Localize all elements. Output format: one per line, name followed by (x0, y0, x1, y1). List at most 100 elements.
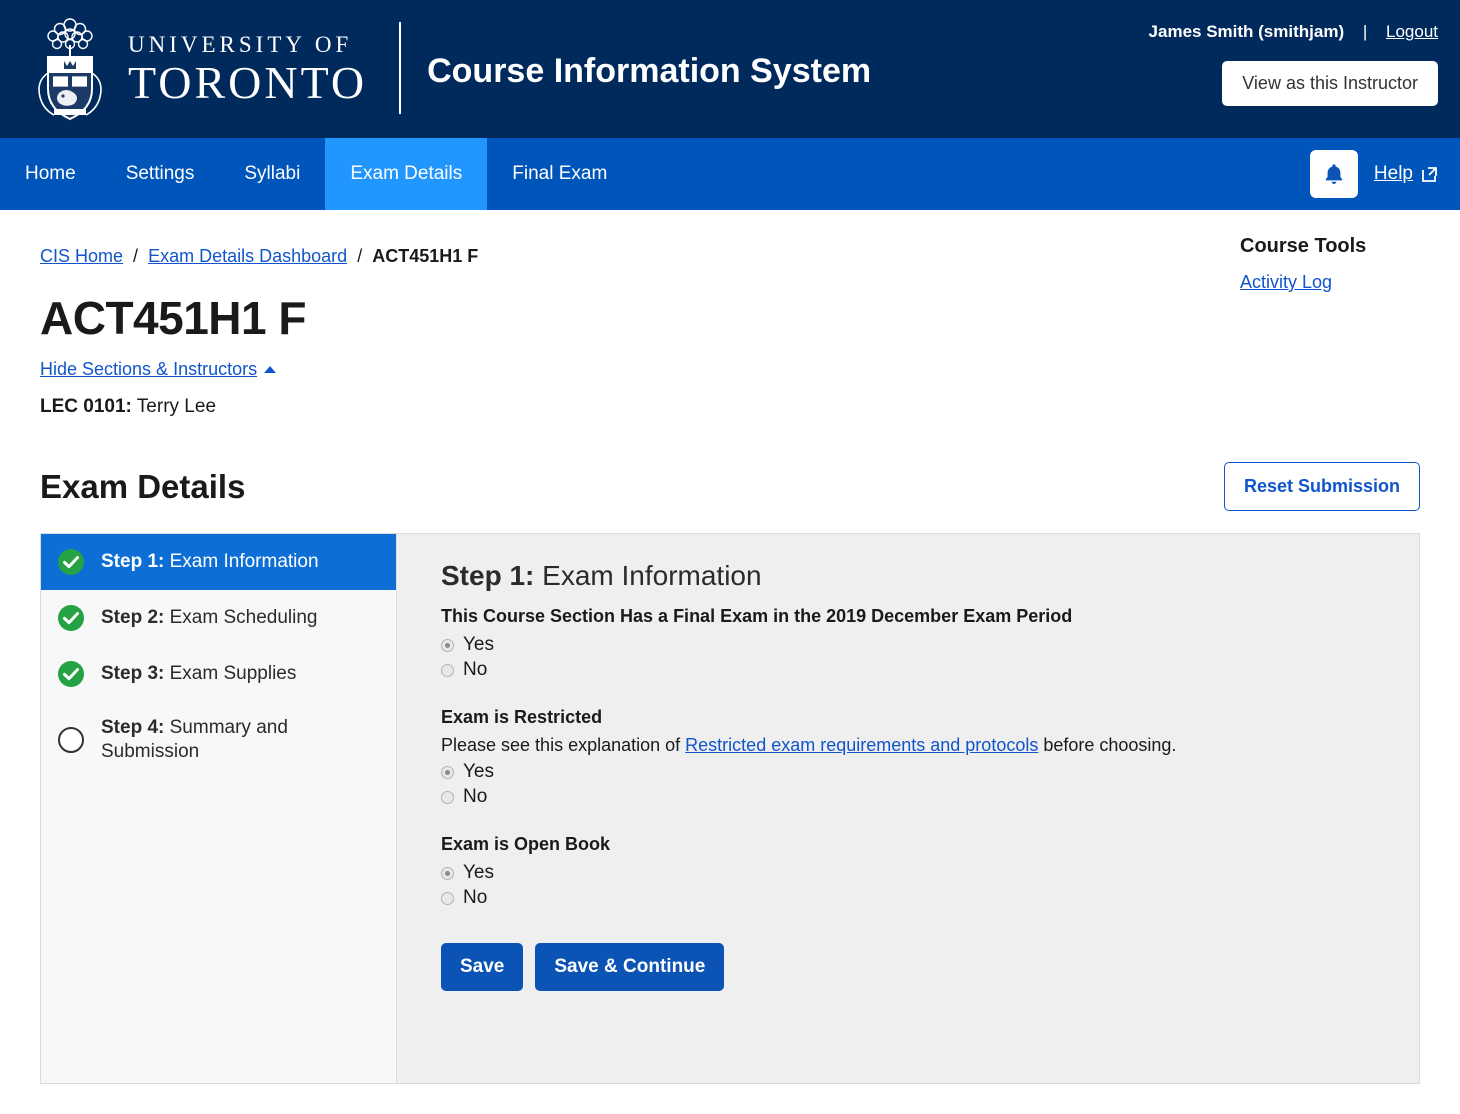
question-final-exam-period: This Course Section Has a Final Exam in … (441, 606, 1419, 681)
header-divider (399, 22, 402, 114)
question-2-help-text: Please see this explanation of Restricte… (441, 735, 1419, 756)
breadcrumb: CIS Home / Exam Details Dashboard / ACT4… (40, 210, 1420, 267)
page-title: ACT451H1 F (40, 292, 306, 344)
wizard-step-3-label: Step 3: Exam Supplies (101, 662, 296, 686)
user-info-line: James Smith (smithjam) | Logout (1149, 22, 1438, 42)
section-instructor: Terry Lee (131, 396, 217, 417)
radio-icon[interactable] (441, 765, 454, 779)
exam-details-header-row: Exam Details Reset Submission (40, 462, 1420, 511)
check-circle-icon (58, 661, 84, 687)
hide-sections-toggle[interactable]: Hide Sections & Instructors (40, 359, 277, 380)
question-2-option-yes-label: Yes (463, 761, 494, 782)
reset-submission-button[interactable]: Reset Submission (1223, 462, 1420, 511)
question-3-option-yes-label: Yes (463, 862, 494, 883)
exam-details-wizard: Step 1: Exam Information Step 2: Exam Sc… (40, 533, 1420, 1084)
uoft-wordmark-line1: UNIVERSITY OF (128, 31, 353, 57)
breadcrumb-item-cis-home[interactable]: CIS Home (40, 246, 123, 266)
empty-circle-icon (58, 726, 84, 753)
section-code: LEC 0101: (40, 396, 132, 417)
question-1-option-no-label: No (463, 659, 488, 680)
site-header: UNIVERSITY OF TORONTO Course Information… (0, 0, 1460, 138)
wizard-step-1-label: Step 1: Exam Information (101, 550, 319, 574)
nav-item-settings[interactable]: Settings (101, 138, 220, 210)
notifications-button[interactable] (1309, 150, 1358, 198)
check-circle-icon (58, 549, 84, 575)
question-1-option-yes-label: Yes (463, 634, 494, 655)
uoft-brand: UNIVERSITY OF TORONTO (0, 0, 367, 138)
bell-icon (1325, 164, 1343, 184)
wizard-step-3-number: Step 3: (101, 663, 165, 685)
wizard-panel: Step 1: Exam Information This Course Sec… (396, 533, 1420, 1084)
view-as-instructor-button[interactable]: View as this Instructor (1222, 61, 1438, 106)
question-3-label: Exam is Open Book (441, 834, 611, 854)
check-circle-icon (58, 605, 84, 631)
main-navigation: Home Settings Syllabi Exam Details Final… (0, 138, 1460, 210)
external-link-icon (1422, 167, 1437, 182)
course-tools-heading: Course Tools (1240, 235, 1367, 257)
question-2-option-no-label: No (463, 786, 488, 807)
uoft-crest-logo (38, 18, 102, 121)
exam-details-title: Exam Details (40, 467, 246, 505)
wizard-step-1[interactable]: Step 1: Exam Information (41, 534, 396, 590)
help-label: Help (1373, 163, 1413, 184)
course-section-row: LEC 0101: Terry Lee (40, 396, 1420, 418)
user-separator: | (1362, 22, 1368, 41)
wizard-step-3-name: Exam Supplies (164, 663, 297, 685)
breadcrumb-separator-2: / (357, 246, 363, 266)
uoft-wordmark: UNIVERSITY OF TORONTO (128, 33, 367, 106)
page-content: Course Tools Activity Log CIS Home / Exa… (0, 210, 1460, 1084)
wizard-step-4-number: Step 4: (101, 717, 165, 738)
question-2-help-before: Please see this explanation of (441, 735, 686, 755)
wizard-step-1-number: Step 1: (101, 551, 165, 573)
nav-item-syllabi[interactable]: Syllabi (219, 138, 325, 210)
restricted-exam-protocols-link[interactable]: Restricted exam requirements and protoco… (685, 735, 1038, 755)
wizard-step-1-name: Exam Information (164, 551, 319, 573)
wizard-step-2-number: Step 2: (101, 607, 165, 629)
question-3-option-no[interactable]: No (441, 887, 1419, 909)
panel-step-number: Step 1: (441, 560, 535, 591)
breadcrumb-item-exam-details-dashboard[interactable]: Exam Details Dashboard (148, 246, 347, 266)
nav-right-actions: Help (1309, 138, 1460, 210)
wizard-step-4[interactable]: Step 4: Summary and Submission (41, 702, 396, 778)
panel-heading: Step 1: Exam Information (441, 560, 1419, 592)
question-exam-open-book: Exam is Open Book Yes No (441, 834, 1419, 909)
wizard-step-list: Step 1: Exam Information Step 2: Exam Sc… (40, 533, 396, 1084)
question-exam-restricted: Exam is Restricted Please see this expla… (441, 707, 1419, 808)
wizard-step-2-name: Exam Scheduling (164, 607, 318, 629)
question-1-label: This Course Section Has a Final Exam in … (441, 606, 1073, 626)
logout-link[interactable]: Logout (1386, 22, 1438, 41)
chevron-up-icon (264, 366, 277, 373)
hide-sections-label: Hide Sections & Instructors (40, 359, 258, 379)
uoft-wordmark-line2: TORONTO (128, 56, 368, 108)
panel-step-name: Exam Information (534, 560, 762, 591)
radio-icon[interactable] (441, 891, 454, 905)
radio-icon[interactable] (441, 866, 454, 880)
save-and-continue-button[interactable]: Save & Continue (535, 943, 725, 991)
question-2-option-no[interactable]: No (441, 786, 1419, 808)
question-2-option-yes[interactable]: Yes (441, 761, 1419, 783)
app-title: Course Information System (427, 52, 872, 90)
user-name: James Smith (smithjam) (1148, 22, 1345, 41)
wizard-step-3[interactable]: Step 3: Exam Supplies (41, 646, 396, 702)
question-3-option-no-label: No (463, 887, 488, 908)
wizard-step-2[interactable]: Step 2: Exam Scheduling (41, 590, 396, 646)
question-1-option-yes[interactable]: Yes (441, 634, 1419, 656)
save-button[interactable]: Save (441, 943, 524, 991)
question-2-label: Exam is Restricted (441, 707, 603, 727)
question-1-option-no[interactable]: No (441, 659, 1419, 681)
header-user-area: James Smith (smithjam) | Logout View as … (1149, 0, 1438, 106)
course-tools-panel: Course Tools Activity Log (1240, 235, 1420, 293)
nav-item-home[interactable]: Home (0, 138, 101, 210)
activity-log-link[interactable]: Activity Log (1240, 272, 1332, 293)
wizard-step-2-label: Step 2: Exam Scheduling (101, 606, 318, 630)
radio-icon[interactable] (441, 638, 454, 652)
question-3-option-yes[interactable]: Yes (441, 862, 1419, 884)
nav-item-exam-details[interactable]: Exam Details (325, 138, 488, 210)
breadcrumb-separator-1: / (133, 246, 139, 266)
question-2-help-after: before choosing. (1038, 735, 1177, 755)
nav-item-final-exam[interactable]: Final Exam (487, 138, 632, 210)
radio-icon[interactable] (441, 663, 454, 677)
wizard-step-4-label: Step 4: Summary and Submission (101, 716, 316, 764)
help-link[interactable]: Help (1374, 163, 1438, 185)
radio-icon[interactable] (441, 790, 454, 804)
